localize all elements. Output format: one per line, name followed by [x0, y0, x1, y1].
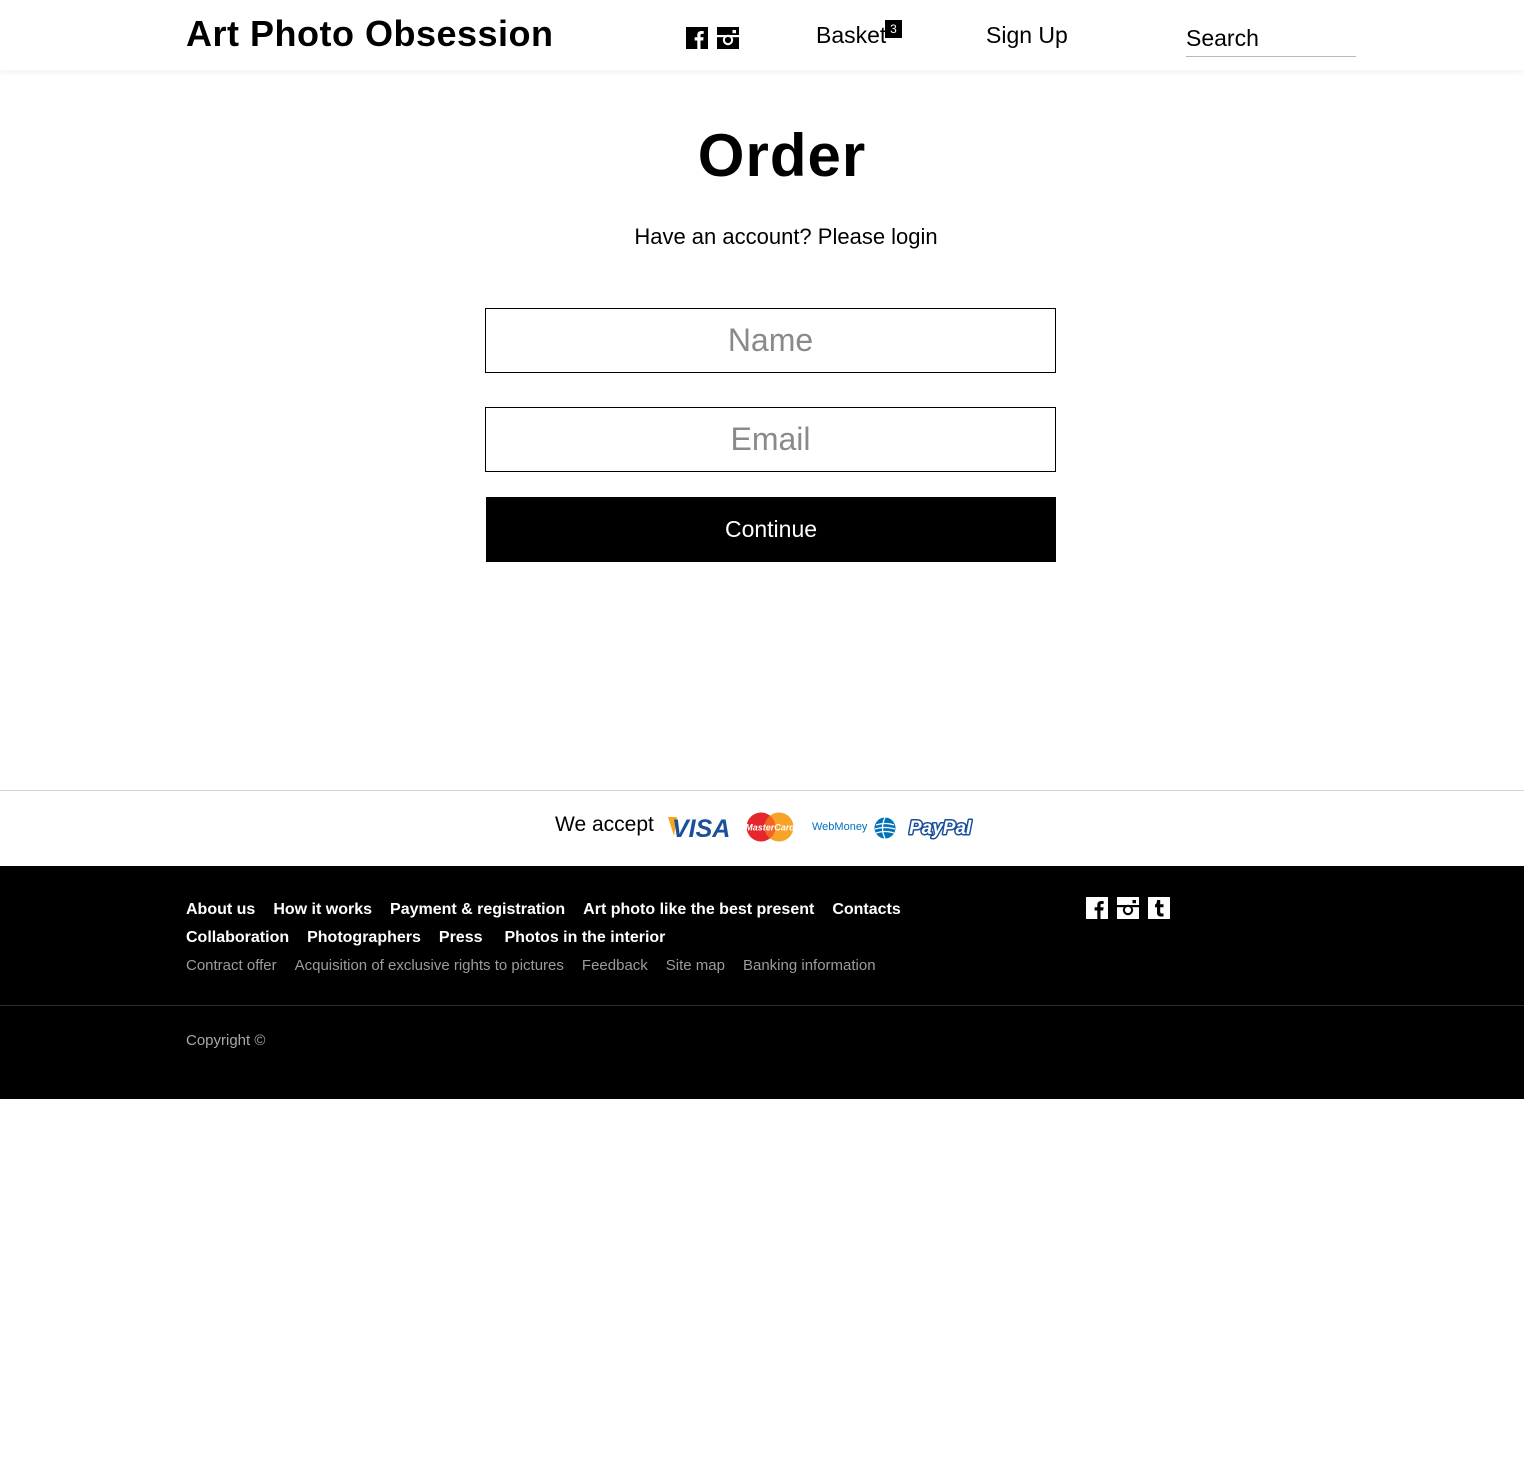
paypal-logo: PayPal — [908, 817, 974, 841]
login-prompt: Have an account? Please login — [0, 222, 1524, 252]
mastercard-logo: MasterCard — [746, 812, 794, 842]
basket-count-badge: 3 — [885, 20, 902, 38]
footer-divider — [0, 1005, 1524, 1006]
continue-button[interactable]: Continue — [486, 497, 1056, 562]
footer-nav-secondary-row: Contract offer Acquisition of exclusive … — [186, 955, 1046, 983]
name-field[interactable] — [485, 308, 1056, 373]
footer-link-banking-info[interactable]: Banking information — [743, 955, 876, 983]
page-title: Order — [697, 122, 867, 189]
footer-link-photographers[interactable]: Photographers — [307, 927, 421, 955]
webmoney-logo: WebMoney — [812, 817, 896, 839]
search-input[interactable] — [1186, 20, 1356, 57]
footer-link-collaboration[interactable]: Collaboration — [186, 927, 289, 955]
visa-logo-text: VISA — [672, 815, 730, 840]
footer-link-contract-offer[interactable]: Contract offer — [186, 955, 277, 983]
site-logo[interactable]: Art Photo Obsession — [186, 14, 554, 54]
sign-up-link[interactable]: Sign Up — [986, 22, 1068, 49]
footer-link-art-photo-present[interactable]: Art photo like the best present — [583, 899, 814, 927]
basket-link[interactable]: Basket — [816, 22, 886, 49]
footer-link-contacts[interactable]: Contacts — [832, 899, 900, 927]
footer-link-press[interactable]: Press — [439, 927, 483, 955]
footer-link-exclusive-rights[interactable]: Acquisition of exclusive rights to pictu… — [295, 955, 564, 983]
paypal-logo-text: PayPal — [909, 818, 972, 839]
visa-logo: VISA — [668, 815, 730, 840]
footer-nav: About us How it works Payment & registra… — [186, 899, 1046, 983]
we-accept-label: We accept — [555, 813, 654, 836]
facebook-icon[interactable] — [686, 27, 708, 49]
footer-link-photos-in-interior[interactable]: Photos in the interior — [505, 927, 666, 955]
site-footer: About us How it works Payment & registra… — [0, 866, 1524, 1099]
instagram-icon[interactable] — [717, 27, 739, 49]
tumblr-icon[interactable] — [1148, 897, 1170, 919]
footer-nav-primary-row-1: About us How it works Payment & registra… — [186, 899, 1046, 927]
footer-link-about-us[interactable]: About us — [186, 899, 255, 927]
footer-link-how-it-works[interactable]: How it works — [273, 899, 372, 927]
email-field[interactable] — [485, 407, 1056, 472]
footer-nav-primary-row-2: Collaboration Photographers Press Photos… — [186, 927, 1046, 955]
payment-methods-band: We accept VISA MasterCard WebMoney PayPa… — [0, 790, 1524, 866]
footer-link-feedback[interactable]: Feedback — [582, 955, 648, 983]
instagram-icon[interactable] — [1117, 897, 1139, 919]
site-header: Art Photo Obsession Basket 3 Sign Up — [0, 0, 1524, 70]
copyright-text: Copyright © — [186, 1032, 266, 1049]
footer-link-site-map[interactable]: Site map — [666, 955, 725, 983]
footer-link-payment-registration[interactable]: Payment & registration — [390, 899, 565, 927]
webmoney-logo-text: WebMoney — [812, 821, 868, 833]
login-link[interactable]: Have an account? Please login — [634, 224, 937, 249]
mastercard-logo-text: MasterCard — [746, 823, 794, 833]
facebook-icon[interactable] — [1086, 897, 1108, 919]
